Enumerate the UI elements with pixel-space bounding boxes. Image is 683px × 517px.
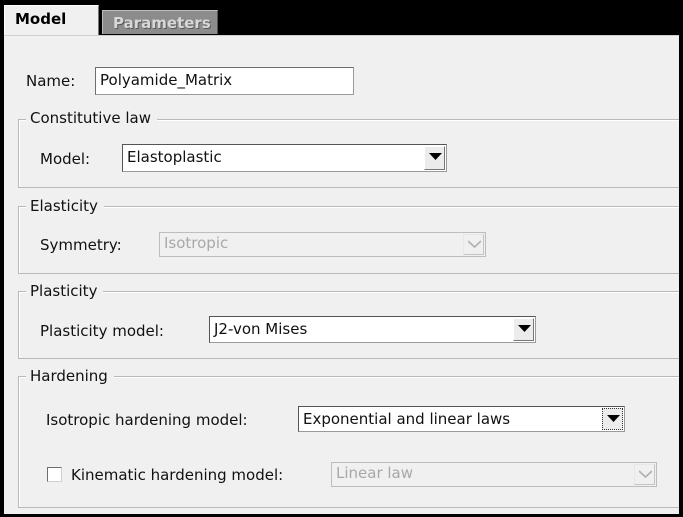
tab-parameters-label: Parameters <box>113 14 211 32</box>
tab-model[interactable]: Model <box>4 5 99 36</box>
isotropic-dropdown-button[interactable] <box>602 408 623 430</box>
plasticity-model-value: J2-von Mises <box>214 320 308 338</box>
symmetry-select: Isotropic <box>159 232 486 257</box>
model-label: Model: <box>40 150 91 168</box>
tab-bar: Model Parameters <box>2 2 681 36</box>
isotropic-hardening-label: Isotropic hardening model: <box>46 411 248 429</box>
hardening-title: Hardening <box>26 367 114 385</box>
model-panel: Name: Polyamide_Matrix Constitutive law … <box>4 35 679 514</box>
model-select[interactable]: Elastoplastic <box>122 144 447 172</box>
chevron-down-icon <box>518 325 531 332</box>
plasticity-dropdown-button[interactable] <box>513 318 534 341</box>
plasticity-model-label: Plasticity model: <box>40 322 164 340</box>
symmetry-dropdown-button <box>463 234 484 255</box>
chevron-down-icon <box>639 470 652 479</box>
kinematic-hardening-select: Linear law <box>331 462 657 487</box>
plasticity-title: Plasticity <box>26 282 104 300</box>
symmetry-select-value: Isotropic <box>164 234 229 252</box>
model-dropdown-button[interactable] <box>424 146 445 170</box>
kinematic-dropdown-button <box>634 464 655 485</box>
kinematic-hardening-value: Linear law <box>336 464 414 482</box>
name-input-value: Polyamide_Matrix <box>100 71 233 89</box>
material-dialog: Model Parameters Name: Polyamide_Matrix … <box>2 2 681 515</box>
kinematic-hardening-checkbox[interactable] <box>47 467 62 482</box>
elasticity-title: Elasticity <box>26 197 104 215</box>
symmetry-label: Symmetry: <box>40 236 122 254</box>
kinematic-hardening-label: Kinematic hardening model: <box>71 466 284 484</box>
tab-parameters[interactable]: Parameters <box>102 10 218 34</box>
tab-model-label: Model <box>15 10 67 28</box>
isotropic-hardening-value: Exponential and linear laws <box>303 410 511 428</box>
isotropic-hardening-select[interactable]: Exponential and linear laws <box>298 406 625 432</box>
name-input[interactable]: Polyamide_Matrix <box>95 67 354 95</box>
hardening-group <box>18 376 679 508</box>
model-select-value: Elastoplastic <box>127 148 222 166</box>
plasticity-model-select[interactable]: J2-von Mises <box>209 316 536 343</box>
constitutive-law-title: Constitutive law <box>26 109 157 127</box>
chevron-down-icon <box>429 153 442 160</box>
name-label: Name: <box>26 72 76 90</box>
chevron-down-icon <box>607 415 620 422</box>
chevron-down-icon <box>468 240 481 249</box>
